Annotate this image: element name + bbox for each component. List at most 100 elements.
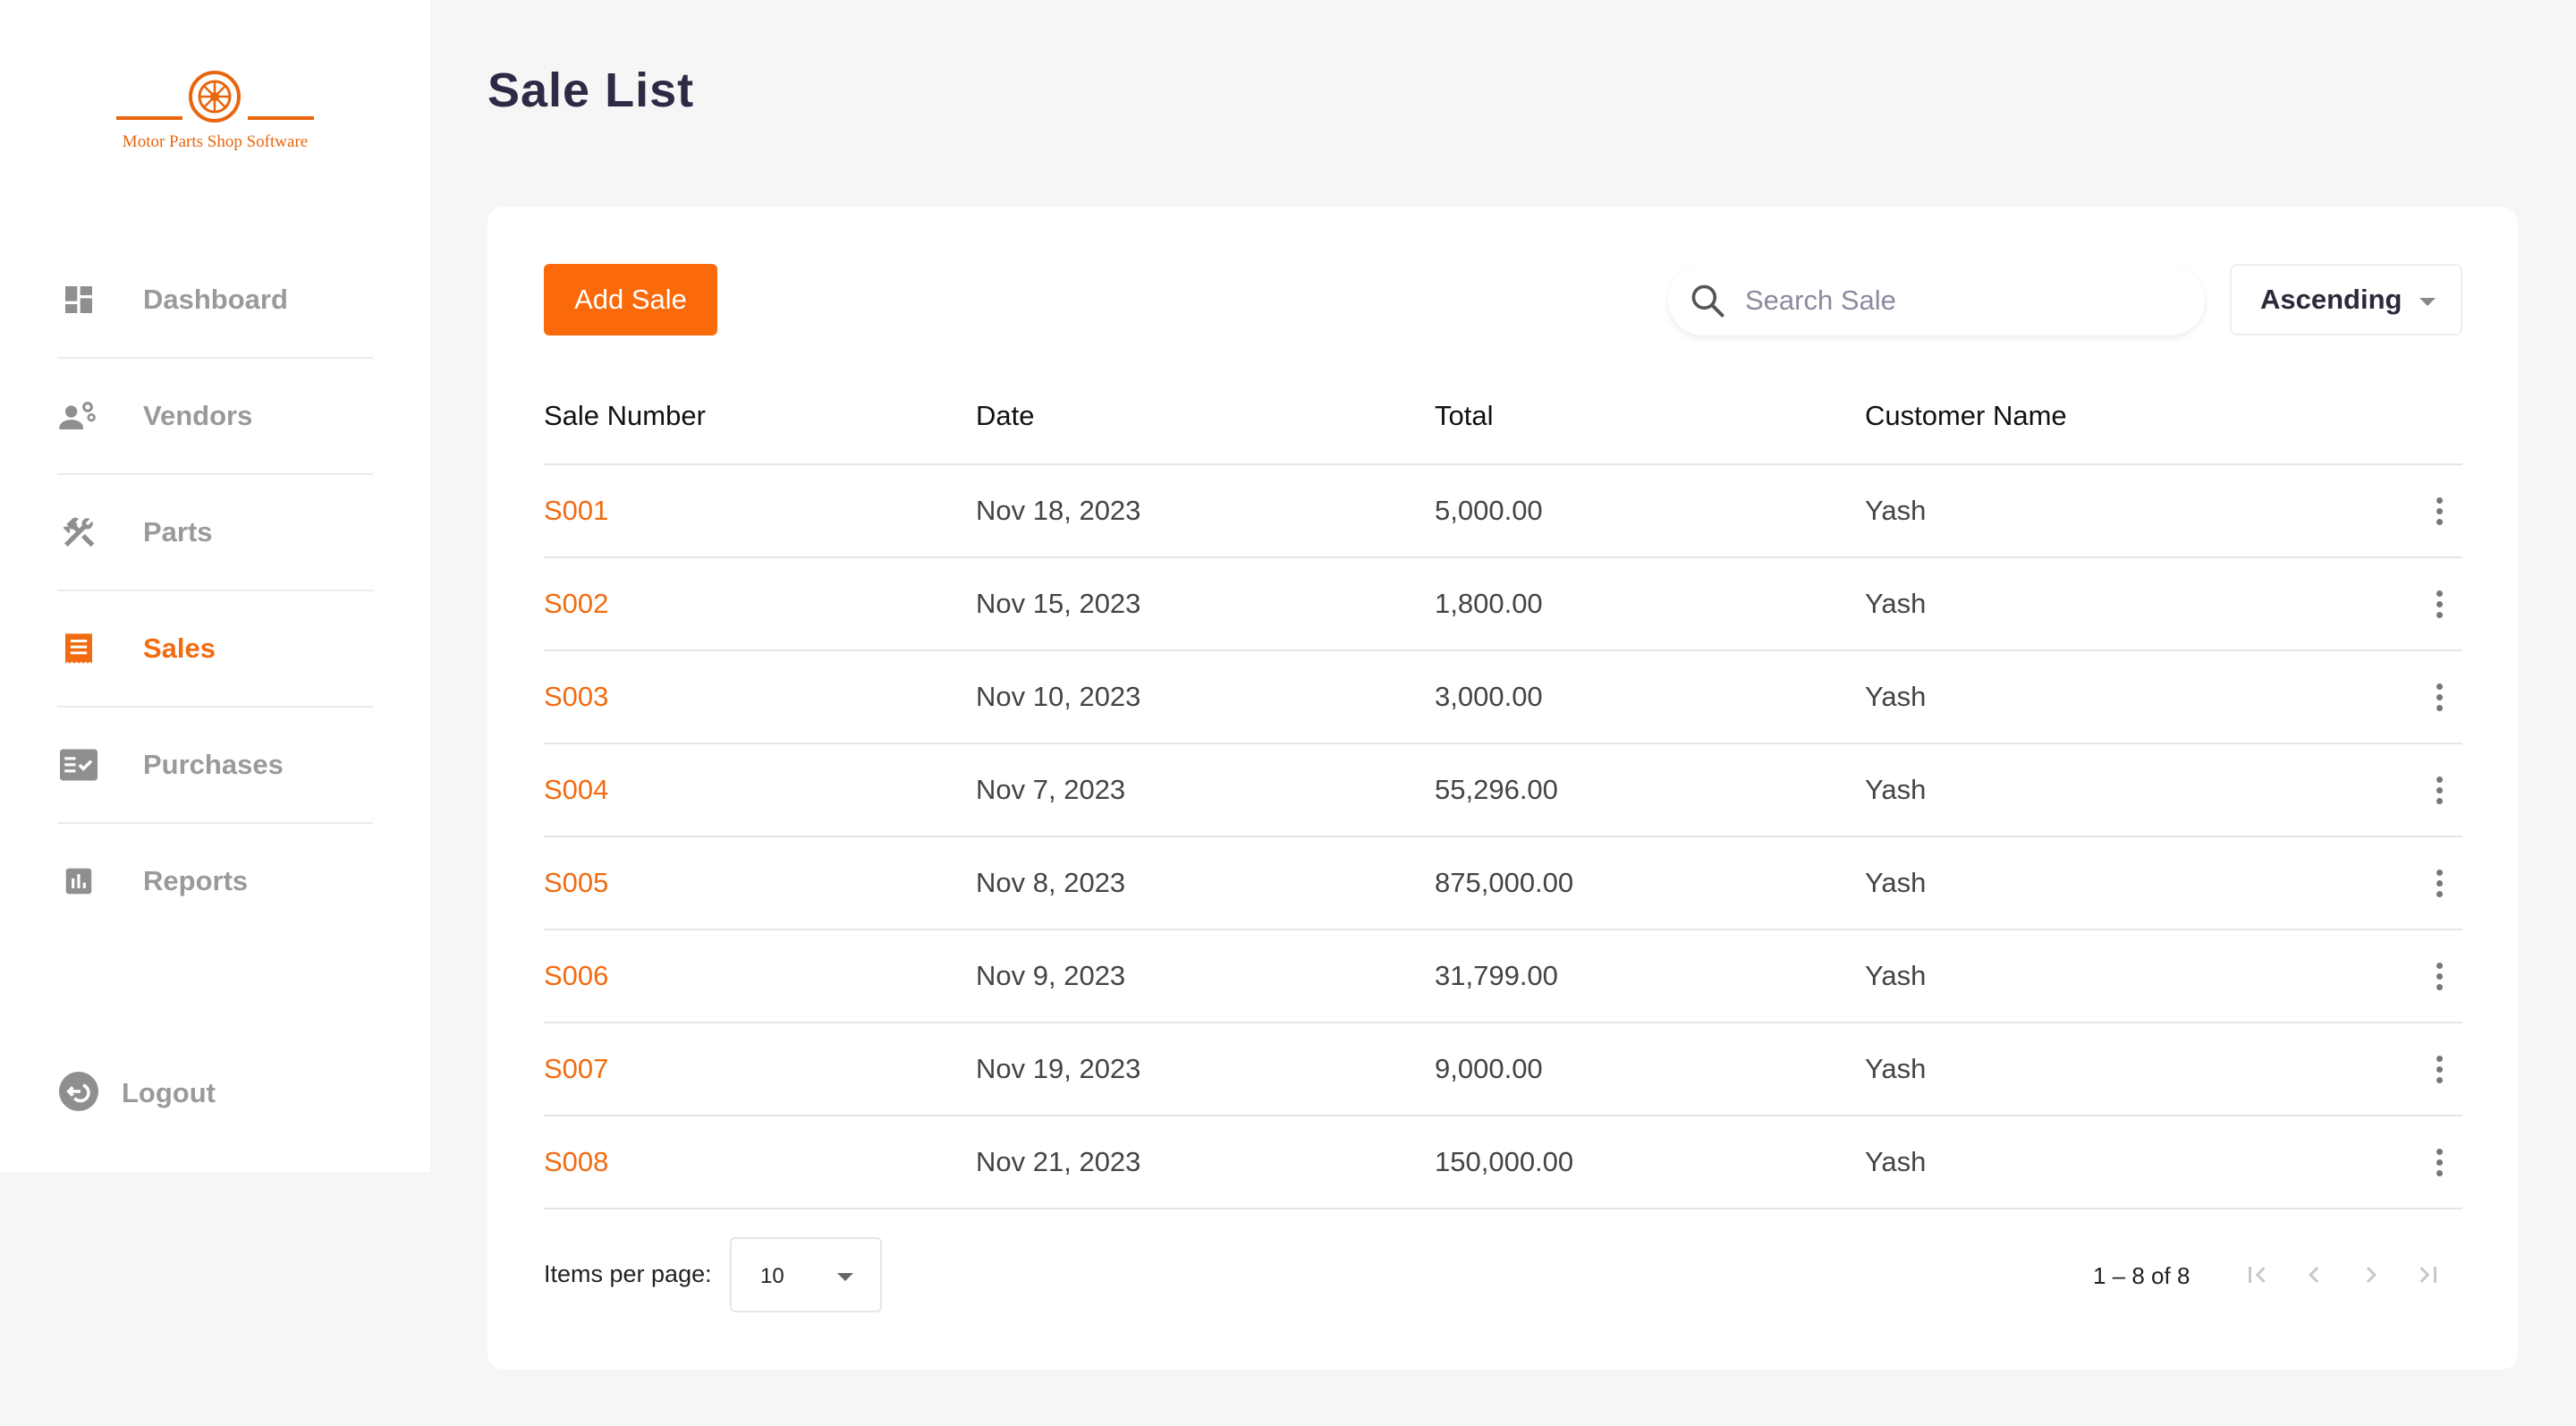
customer-name: Yash (1865, 743, 2402, 837)
column-header-date[interactable]: Date (976, 368, 1435, 465)
customer-name: Yash (1865, 650, 2402, 744)
sale-number-link[interactable]: S006 (544, 929, 976, 1023)
logo-text: Motor Parts Shop Software (122, 132, 309, 151)
sale-date: Nov 15, 2023 (976, 557, 1435, 651)
last-page-button[interactable] (2407, 1253, 2450, 1296)
table-row: S008 Nov 21, 2023 150,000.00 Yash (544, 1116, 2462, 1210)
sale-total: 31,799.00 (1435, 929, 1865, 1023)
first-page-icon (2249, 1267, 2266, 1283)
more-vert-icon[interactable] (2421, 865, 2457, 901)
search-input[interactable] (1745, 284, 2174, 317)
more-vert-icon[interactable] (2421, 1051, 2457, 1087)
bar-chart-icon (57, 860, 100, 903)
sale-number-link[interactable]: S008 (544, 1116, 976, 1210)
chevron-down-icon (2419, 298, 2436, 306)
sort-order-select[interactable]: Ascending (2230, 264, 2462, 335)
more-vert-icon[interactable] (2421, 1144, 2457, 1180)
add-sale-button[interactable]: Add Sale (544, 264, 717, 335)
search-box (1668, 266, 2205, 335)
first-page-button[interactable] (2235, 1253, 2278, 1296)
next-page-button[interactable] (2350, 1253, 2393, 1296)
sidebar-item-vendors[interactable]: Vendors (57, 358, 373, 474)
sort-order-value: Ascending (2260, 284, 2402, 315)
sale-number-link[interactable]: S003 (544, 650, 976, 744)
customer-name: Yash (1865, 836, 2402, 930)
column-header-actions (2402, 368, 2462, 465)
sidebar-item-sales[interactable]: Sales (57, 590, 373, 707)
wheel-logo-icon (116, 71, 314, 123)
sale-number-link[interactable]: S002 (544, 557, 976, 651)
more-vert-icon[interactable] (2421, 493, 2457, 529)
customer-name: Yash (1865, 557, 2402, 651)
checklist-icon (57, 743, 100, 786)
table-row: S002 Nov 15, 2023 1,800.00 Yash (544, 557, 2462, 651)
chevron-down-icon (837, 1273, 853, 1281)
items-per-page-label: Items per page: (544, 1260, 712, 1287)
sidebar-item-parts[interactable]: Parts (57, 474, 373, 590)
more-vert-icon[interactable] (2421, 772, 2457, 808)
table-row: S001 Nov 18, 2023 5,000.00 Yash (544, 464, 2462, 558)
sale-number-link[interactable]: S004 (544, 743, 976, 837)
logout-icon (57, 1070, 100, 1117)
customer-name: Yash (1865, 1023, 2402, 1116)
page-title: Sale List (487, 64, 695, 117)
sale-total: 150,000.00 (1435, 1116, 1865, 1210)
items-per-page-select[interactable]: 10 (730, 1237, 882, 1312)
customer-name: Yash (1865, 1116, 2402, 1210)
more-vert-icon[interactable] (2421, 679, 2457, 715)
table-row: S004 Nov 7, 2023 55,296.00 Yash (544, 743, 2462, 837)
items-per-page-value: 10 (760, 1264, 784, 1288)
sale-total: 875,000.00 (1435, 836, 1865, 930)
sale-number-link[interactable]: S005 (544, 836, 976, 930)
sale-date: Nov 8, 2023 (976, 836, 1435, 930)
previous-page-button[interactable] (2292, 1253, 2335, 1296)
sidebar-item-reports[interactable]: Reports (57, 823, 373, 939)
sale-total: 9,000.00 (1435, 1023, 1865, 1116)
chevron-left-icon (2309, 1267, 2319, 1283)
tools-icon (57, 511, 100, 554)
sales-card: Add Sale Ascending Sale Number Date Tota… (487, 207, 2518, 1370)
table-row: S007 Nov 19, 2023 9,000.00 Yash (544, 1023, 2462, 1116)
sidebar-item-label: Purchases (143, 749, 284, 780)
more-vert-icon[interactable] (2421, 958, 2457, 994)
sale-date: Nov 9, 2023 (976, 929, 1435, 1023)
last-page-icon (2419, 1267, 2436, 1283)
dashboard-icon (57, 278, 100, 321)
sale-total: 5,000.00 (1435, 464, 1865, 558)
sale-number-link[interactable]: S007 (544, 1023, 976, 1116)
sidebar-item-dashboard[interactable]: Dashboard (57, 242, 373, 358)
sales-table: Sale Number Date Total Customer Name S00… (544, 368, 2462, 1210)
table-header-row: Sale Number Date Total Customer Name (544, 368, 2462, 465)
sale-date: Nov 7, 2023 (976, 743, 1435, 837)
logout-label: Logout (122, 1077, 216, 1108)
sale-total: 1,800.00 (1435, 557, 1865, 651)
sidebar-item-label: Reports (143, 865, 249, 896)
sale-total: 3,000.00 (1435, 650, 1865, 744)
sidebar: Motor Parts Shop Software Dashboard Vend… (0, 0, 430, 1172)
vendors-icon (57, 395, 100, 437)
sidebar-item-label: Vendors (143, 400, 253, 431)
table-row: S005 Nov 8, 2023 875,000.00 Yash (544, 836, 2462, 930)
logout-button[interactable]: Logout (57, 1070, 216, 1116)
sale-date: Nov 19, 2023 (976, 1023, 1435, 1116)
sidebar-item-purchases[interactable]: Purchases (57, 707, 373, 823)
customer-name: Yash (1865, 929, 2402, 1023)
sidebar-item-label: Dashboard (143, 284, 288, 315)
sale-date: Nov 21, 2023 (976, 1116, 1435, 1210)
sale-total: 55,296.00 (1435, 743, 1865, 837)
column-header-total[interactable]: Total (1435, 368, 1865, 465)
customer-name: Yash (1865, 464, 2402, 558)
column-header-customer-name[interactable]: Customer Name (1865, 368, 2402, 465)
page-range-label: 1 – 8 of 8 (2093, 1262, 2190, 1289)
sidebar-item-label: Sales (143, 632, 216, 664)
sale-number-link[interactable]: S001 (544, 464, 976, 558)
receipt-icon (57, 627, 100, 670)
sale-date: Nov 18, 2023 (976, 464, 1435, 558)
column-header-sale-number[interactable]: Sale Number (544, 368, 976, 465)
paginator: Items per page: 10 1 – 8 of 8 (544, 1237, 2462, 1312)
more-vert-icon[interactable] (2421, 586, 2457, 622)
chevron-right-icon (2366, 1267, 2377, 1283)
sale-date: Nov 10, 2023 (976, 650, 1435, 744)
table-row: S006 Nov 9, 2023 31,799.00 Yash (544, 929, 2462, 1023)
search-icon (1688, 281, 1727, 320)
